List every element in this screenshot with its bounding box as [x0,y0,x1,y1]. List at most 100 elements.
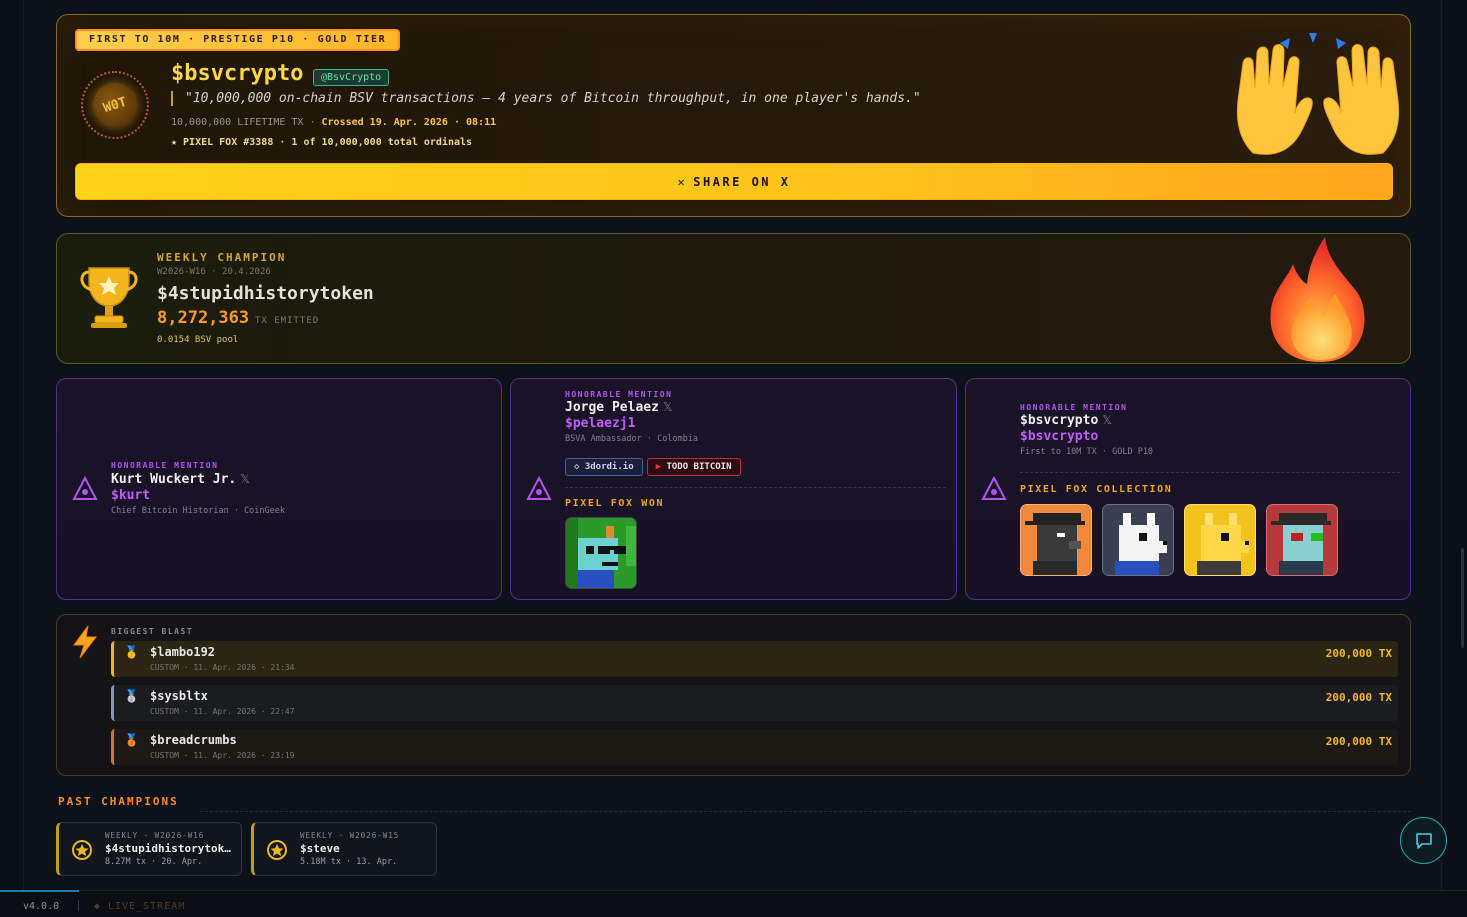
left-gutter [0,0,24,890]
lifetime-stats: 10,000,000 LIFETIME TX · Crossed 19. Apr… [171,117,496,128]
blast-player: $sysbltx [150,689,208,703]
gold-medal-icon: 🥇 [124,645,139,659]
blast-row[interactable]: 🥈 $sysbltx CUSTOM · 11. Apr. 2026 · 22:4… [111,685,1398,721]
mention-name: Jorge Pelaez 𝕏 [565,400,673,415]
prestige-triangle-icon [526,476,552,500]
blast-row[interactable]: 🥇 $lambo192 CUSTOM · 11. Apr. 2026 · 21:… [111,641,1398,677]
divider [1020,472,1400,473]
biggest-blast-card: BIGGEST BLAST 🥇 $lambo192 CUSTOM · 11. A… [56,614,1411,776]
mention-handle[interactable]: $pelaezj1 [565,416,745,431]
right-gutter [1441,0,1467,890]
past-champions-title: PAST CHAMPIONS [58,795,179,808]
blast-meta: CUSTOM · 11. Apr. 2026 · 21:34 [150,663,295,672]
mention-info: HONORABLE MENTION $bsvcrypto 𝕏 $bsvcrypto… [1020,403,1153,457]
crossed-date: Crossed 19. Apr. 2026 · 08:11 [321,117,497,128]
champion-name: $4stupidhistorytoken [157,283,374,304]
weekly-champion-label: WEEKLY CHAMPION [157,251,287,264]
silver-medal-icon: 🥈 [124,689,139,703]
x-icon[interactable]: 𝕏 [1102,413,1112,427]
honorable-mention-card-3: HONORABLE MENTION $bsvcrypto 𝕏 $bsvcrypto… [965,378,1411,600]
chat-bubble-icon [1415,832,1432,849]
lifetime-tx: 10,000,000 LIFETIME TX · [171,117,322,128]
divider [200,811,1411,812]
mention-label: HONORABLE MENTION [1020,403,1128,412]
mention-desc: Chief Bitcoin Historian · CoinGeek [111,506,285,516]
x-icon[interactable]: 𝕏 [240,472,250,486]
tier-badge: FIRST TO 10M · PRESTIGE P10 · GOLD TIER [75,29,401,51]
fire-icon [1270,237,1365,362]
mention-label: HONORABLE MENTION [111,461,219,470]
mention-info: HONORABLE MENTION Kurt Wuckert Jr. 𝕏 $kur… [111,461,285,516]
link-chip-3dordi[interactable]: ◇ 3dordi.io [565,458,643,476]
blast-player: $breadcrumbs [150,733,237,747]
x-icon: ✕ [677,174,688,189]
pixel-fox-collection-label: PIXEL FOX COLLECTION [1020,484,1173,495]
mention-name: Kurt Wuckert Jr. 𝕏 [111,472,250,487]
blast-meta: CUSTOM · 11. Apr. 2026 · 23:19 [150,751,295,760]
link-chip-todo-bitcoin[interactable]: ▶ TODO BITCOIN [646,458,741,476]
lightning-icon [73,625,98,659]
pixel-fox-image[interactable] [1020,504,1092,576]
blast-meta: CUSTOM · 11. Apr. 2026 · 22:47 [150,707,295,716]
live-stream-indicator[interactable]: ◆ LIVE_STREAM [94,901,185,912]
week-id: W2026-W16 · 20.4.2026 [157,267,271,277]
prestige-triangle-icon [981,476,1007,500]
mention-desc: BSVA Ambassador · Colombia [565,434,699,444]
pixel-fox-line: ★ PIXEL FOX #3388 · 1 of 10,000,000 tota… [171,137,473,148]
pixel-fox-won-label: PIXEL FOX WON [565,498,665,509]
player-name: $bsvcrypto [171,61,304,86]
x-icon[interactable]: 𝕏 [663,400,673,414]
honorable-mention-card-1: HONORABLE MENTION Kurt Wuckert Jr. 𝕏 $kur… [56,378,502,600]
past-champion-meta: 8.27M tx · 20. Apr. [105,857,203,867]
seal-text: W0T [87,77,143,133]
blast-row[interactable]: 🥉 $breadcrumbs CUSTOM · 11. Apr. 2026 · … [111,729,1398,765]
past-champion-card[interactable]: WEEKLY · W2026-W16 $4stupidhistorytok… 8… [56,822,242,876]
biggest-blast-label: BIGGEST BLAST [111,627,194,636]
link-chips: ◇ 3dordi.io ▶ TODO BITCOIN [565,454,745,476]
mention-label: HONORABLE MENTION [565,390,673,399]
chat-button[interactable] [1400,817,1447,864]
blast-amount: 200,000 TX [1325,735,1392,748]
mention-handle[interactable]: $kurt [111,488,285,503]
blast-player: $lambo192 [150,645,216,659]
past-week: WEEKLY · W2026-W15 [300,831,400,840]
x-handle-link[interactable]: @BsvCrypto [313,69,390,86]
trophy-icon [80,267,138,328]
bronze-medal-icon: 🥉 [124,733,139,747]
weekly-champion-card: WEEKLY CHAMPION W2026-W16 · 20.4.2026 $4… [56,233,1411,364]
past-champion-meta: 5.18M tx · 13. Apr. [300,857,398,867]
pixel-fox-image[interactable] [1184,504,1256,576]
mention-name: $bsvcrypto 𝕏 [1020,413,1112,428]
pixel-fox-image[interactable] [1266,504,1338,576]
mention-desc: First to 10M TX · GOLD P10 [1020,447,1154,457]
mention-handle[interactable]: $bsvcrypto [1020,429,1153,444]
medal-star-icon [267,840,287,860]
scrollbar-thumb[interactable] [1461,548,1464,648]
divider [565,487,946,488]
first-to-10m-card: FIRST TO 10M · PRESTIGE P10 · GOLD TIER … [56,14,1411,217]
tx-unit: TX EMITTED [255,316,320,326]
youtube-icon: ▶ [655,462,662,472]
pixel-fox-image[interactable] [565,517,637,589]
honorable-mention-card-2: HONORABLE MENTION Jorge Pelaez 𝕏 $pelaezj… [510,378,957,600]
tx-count: 8,272,363 [157,308,250,328]
status-footer: v4.0.0 ◆ LIVE_STREAM [0,890,1467,917]
achievement-quote: "10,000,000 on-chain BSV transactions — … [171,91,921,106]
version-label: v4.0.0 [23,901,60,912]
prestige-seal: W0T [81,71,149,139]
blast-amount: 200,000 TX [1325,647,1392,660]
blast-amount: 200,000 TX [1325,691,1392,704]
past-champion-name: $steve [300,842,340,855]
medal-star-icon [72,840,92,860]
footer-progress-bar [0,890,79,892]
bsv-pool: 0.0154 BSV pool [157,335,239,345]
share-label: SHARE ON X [693,174,791,189]
divider [78,900,79,911]
mention-info: HONORABLE MENTION Jorge Pelaez 𝕏 $pelaezj… [565,390,745,476]
share-on-x-button[interactable]: ✕ SHARE ON X [75,163,1393,200]
prestige-triangle-icon [72,476,98,500]
past-week: WEEKLY · W2026-W16 [105,831,205,840]
past-champion-card[interactable]: WEEKLY · W2026-W15 $steve 5.18M tx · 13.… [251,822,437,876]
past-champion-name: $4stupidhistorytok… [105,842,231,855]
pixel-fox-image[interactable] [1102,504,1174,576]
